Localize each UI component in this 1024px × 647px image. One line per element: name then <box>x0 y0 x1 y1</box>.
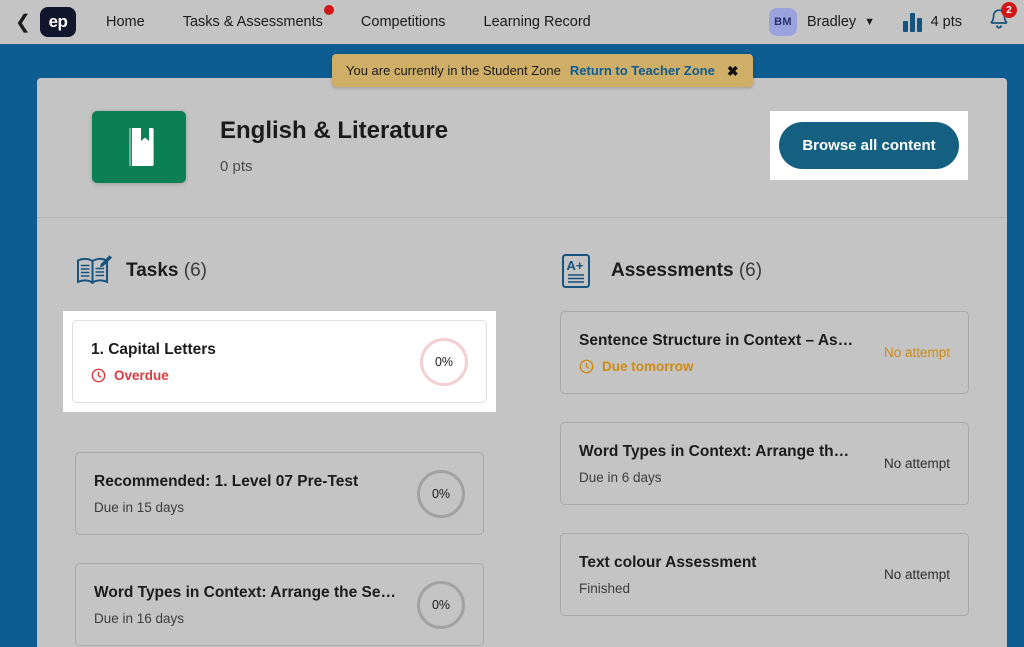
ep-logo[interactable]: ep <box>40 7 76 37</box>
assessment-title: Text colour Assessment <box>579 553 757 571</box>
progress-ring: 0% <box>417 580 465 629</box>
task-status: Due in 15 days <box>94 500 405 515</box>
nav-item-learning-record[interactable]: Learning Record <box>484 14 591 30</box>
task-title: 1. Capital Letters <box>91 340 216 358</box>
clock-icon <box>579 359 594 374</box>
tasks-heading-text: Tasks (6) <box>126 260 207 282</box>
nav-item-label: Learning Record <box>483 14 591 30</box>
task-status-text: Due in 16 days <box>94 610 185 626</box>
content-columns: Tasks (6) 1. Capital Letters Overdue 0% … <box>37 218 1007 647</box>
task-title: Recommended: 1. Level 07 Pre-Test <box>94 472 359 490</box>
notifications-button[interactable]: 2 <box>988 2 1017 36</box>
assessment-title: Sentence Structure in Context – As… <box>579 331 854 349</box>
svg-text:A+: A+ <box>567 258 584 273</box>
assessment-title: Word Types in Context: Arrange th… <box>579 442 850 460</box>
task-card[interactable]: Recommended: 1. Level 07 Pre-Test Due in… <box>75 452 484 535</box>
task-status-text: Overdue <box>114 367 169 383</box>
assessment-status: No attempt <box>883 456 950 471</box>
progress-value: 0% <box>434 354 454 369</box>
nav-item-label: Home <box>106 14 145 30</box>
top-navigation-bar: ❮ ep Home Tasks & Assessments Competitio… <box>0 0 1024 44</box>
assessment-card[interactable]: Text colour Assessment Finished No attem… <box>560 533 969 616</box>
task-card-body: 1. Capital Letters Overdue <box>91 341 420 383</box>
tasks-label: Tasks <box>126 260 179 281</box>
progress-value: 0% <box>431 597 451 612</box>
task-status: Overdue <box>91 368 408 383</box>
a-plus-document-icon: A+ <box>560 253 600 289</box>
assessments-column: A+ Assessments (6) Sentence Structure in… <box>522 253 1007 647</box>
assessments-heading: A+ Assessments (6) <box>560 253 969 289</box>
assessment-due: Due in 6 days <box>579 470 872 485</box>
tasks-column: Tasks (6) 1. Capital Letters Overdue 0% … <box>37 253 522 647</box>
return-to-teacher-zone-link[interactable]: Return to Teacher Zone <box>570 63 715 78</box>
assessment-due-text: Due tomorrow <box>602 358 694 374</box>
task-card[interactable]: Word Types in Context: Arrange the Sen… … <box>75 563 484 646</box>
subject-points: 0 pts <box>220 158 253 175</box>
assessments-count: (6) <box>738 260 763 281</box>
points-value: 4 pts <box>930 14 962 30</box>
points-group[interactable]: 4 pts <box>903 12 962 32</box>
close-icon[interactable]: ✖ <box>727 64 739 78</box>
topbar-right-group: BM Bradley ▼ 4 pts 2 <box>769 2 1017 36</box>
task-card[interactable]: 1. Capital Letters Overdue 0% <box>72 320 487 403</box>
bar-chart-icon <box>903 12 922 32</box>
assessment-card[interactable]: Sentence Structure in Context – As… Due … <box>560 311 969 394</box>
task-title: Word Types in Context: Arrange the Sen… <box>94 583 405 601</box>
assessment-card-body: Text colour Assessment Finished <box>579 554 884 596</box>
clock-icon <box>91 368 106 383</box>
progress-ring: 0% <box>417 469 465 518</box>
chevron-down-icon[interactable]: ▼ <box>864 16 875 28</box>
avatar[interactable]: BM <box>769 8 797 36</box>
task-card-body: Recommended: 1. Level 07 Pre-Test Due in… <box>94 473 417 515</box>
assessment-card-body: Word Types in Context: Arrange th… Due i… <box>579 443 884 485</box>
student-zone-message: You are currently in the Student Zone <box>346 63 561 78</box>
assessment-card[interactable]: Word Types in Context: Arrange th… Due i… <box>560 422 969 505</box>
assessment-due: Finished <box>579 581 872 596</box>
notification-count-badge: 2 <box>1001 2 1017 18</box>
tasks-heading: Tasks (6) <box>75 253 484 289</box>
task-status-text: Due in 15 days <box>94 499 185 515</box>
nav-item-home[interactable]: Home <box>106 14 145 30</box>
book-pencil-icon <box>75 253 115 289</box>
nav-item-competitions[interactable]: Competitions <box>361 14 446 30</box>
assessment-due-text: Due in 6 days <box>579 469 662 485</box>
progress-value: 0% <box>431 486 451 501</box>
assessment-card-body: Sentence Structure in Context – As… Due … <box>579 332 884 374</box>
task-card-highlight: 1. Capital Letters Overdue 0% <box>63 311 496 412</box>
assessments-label: Assessments <box>611 260 734 281</box>
assessment-due: Due tomorrow <box>579 359 872 374</box>
task-status: Due in 16 days <box>94 611 405 626</box>
progress-ring: 0% <box>420 337 468 386</box>
browse-all-content-highlight: Browse all content <box>770 111 968 180</box>
book-bookmark-icon <box>92 111 186 183</box>
user-name[interactable]: Bradley <box>807 14 856 30</box>
nav-links: Home Tasks & Assessments Competitions Le… <box>106 5 629 30</box>
student-zone-banner: You are currently in the Student Zone Re… <box>332 54 753 87</box>
notification-dot-icon <box>323 5 334 15</box>
tasks-count: (6) <box>183 260 207 281</box>
assessment-status: No attempt <box>883 567 950 582</box>
avatar-initials: BM <box>774 16 792 28</box>
back-icon[interactable]: ❮ <box>8 13 38 32</box>
task-card-body: Word Types in Context: Arrange the Sen… … <box>94 584 417 626</box>
page-title: English & Literature <box>220 117 449 144</box>
nav-item-tasks-assessments[interactable]: Tasks & Assessments <box>182 5 334 30</box>
assessment-due-text: Finished <box>579 580 631 596</box>
nav-item-label: Tasks & Assessments <box>182 14 323 30</box>
subject-page-content: English & Literature 0 pts Browse all co… <box>37 78 1007 647</box>
logo-text: ep <box>48 12 68 31</box>
browse-all-content-button[interactable]: Browse all content <box>779 122 959 169</box>
nav-item-label: Competitions <box>360 14 446 30</box>
assessments-heading-text: Assessments (6) <box>611 260 762 282</box>
subject-header: English & Literature 0 pts Browse all co… <box>37 78 1007 218</box>
assessment-status: No attempt <box>883 345 950 360</box>
